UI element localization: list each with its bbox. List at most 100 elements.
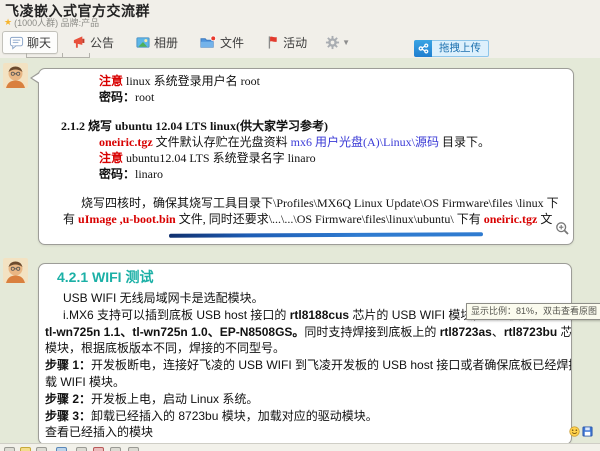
document-screenshot-2: 4.2.1 WIFI 测试 USB WIFI 无线局域网卡是选配模块。 i.MX6 … [41, 268, 569, 441]
shake-tool-icon-clipped[interactable] [36, 447, 47, 451]
doc-line: tl-wn725n 1.1、tl-wn725n 1.0、EP-N8508GS。同… [45, 324, 569, 341]
doc-text-segment: linaro [135, 167, 163, 181]
zoom-in-icon[interactable] [555, 221, 570, 236]
voice-tool-icon-clipped[interactable] [110, 447, 121, 451]
drag-upload-label: 拖拽上传 [432, 40, 489, 57]
star-icon: ★ [4, 18, 12, 27]
doc-line: 查看已经插入的模块 [45, 424, 569, 441]
doc-text-segment: 注意 [99, 74, 123, 88]
tab-album-label: 相册 [154, 34, 178, 51]
doc-line: 密码：root [99, 89, 571, 105]
save-image-icon[interactable] [582, 424, 593, 435]
doc-text-segment: 、 [492, 325, 504, 339]
doc-line: 2.1.2 烧写 ubuntu 12.04 LTS linux(供大家学习参考) [61, 118, 571, 134]
doc-line: 密码：linaro [99, 166, 571, 182]
doc-text-segment: 密码： [99, 90, 135, 104]
blue-underline-decoration [169, 232, 483, 238]
doc-text-segment: 目录下。 [439, 135, 490, 149]
doc-text-segment: 2.1.2 烧写 ubuntu 12.04 LTS linux(供大家学习参考) [61, 119, 328, 133]
tab-album[interactable]: 相册 [128, 31, 185, 54]
tab-files[interactable]: 文件 [192, 31, 251, 54]
doc-text-segment: USB WIFI 无线局域网卡是选配模块。 [63, 291, 264, 305]
doc-line: 步骤 3：卸载已经插入的 8723bu 模块，加载对应的驱动模块。 [45, 408, 569, 425]
tab-chat[interactable]: 聊天 [2, 31, 58, 54]
group-subtitle: ★ (1000人群) 品牌:产品 [4, 16, 99, 29]
doc-text-segment: 卸载已经插入的 8723bu 模块，加载对应的驱动模块。 [91, 409, 378, 423]
add-emoticon-icon[interactable] [569, 424, 580, 435]
tab-chat-label: 聊天 [27, 34, 51, 51]
doc-text-segment: 文 [537, 212, 552, 226]
doc-text-segment: 注意 [99, 151, 123, 165]
gear-icon [325, 35, 340, 50]
tab-announcement-label: 公告 [90, 34, 114, 51]
avatar[interactable] [3, 63, 28, 88]
video-tool-icon-clipped[interactable] [128, 447, 139, 451]
doc-line: 模块，根据底板版本不同，焊接的不同型号。 [45, 340, 569, 357]
emoticon-tool-icon-clipped[interactable] [20, 447, 31, 451]
doc-text-segment: 步骤 2： [45, 392, 91, 406]
tab-announcement[interactable]: 公告 [65, 31, 121, 54]
avatar[interactable] [3, 258, 28, 283]
doc-text-segment: 烧写四核时，确保其烧写工具目录下\Profiles\MX6Q Linux Upd… [81, 196, 559, 210]
doc-text-segment: oneiric.tgz [99, 135, 153, 149]
doc-text-segment: 有 [63, 212, 78, 226]
flag-icon [265, 35, 280, 50]
doc-text-segment: rtl8723as [440, 325, 492, 339]
doc-line: 4.2.1 WIFI 测试 [57, 268, 569, 287]
doc-line: oneiric.tgz 文件默认存贮在光盘资料 mx6 用户光盘(A)\Linu… [99, 134, 571, 150]
photo-album-icon [135, 35, 151, 50]
settings-button[interactable]: ▼ [321, 32, 354, 53]
doc-text-segment: 文件默认存贮在光盘资料 [153, 135, 291, 149]
tab-files-label: 文件 [220, 34, 244, 51]
doc-text-segment: 开发板上电，启动 Linux 系统。 [91, 392, 258, 406]
doc-line: 步骤 1：开发板断电，连接好飞凌的 USB WIFI 到飞凌开发板的 USB h… [45, 357, 569, 374]
doc-line: 注意 linux 系统登录用户名 root [99, 73, 571, 89]
folder-icon [199, 35, 217, 50]
doc-text-segment: 步骤 3： [45, 409, 91, 423]
doc-text-segment: 查看已经插入的模块 [45, 425, 153, 439]
doc-text-segment: ubuntu12.04 LTS 系统登录名字 linaro [123, 151, 316, 165]
doc-line: 烧写四核时，确保其烧写工具目录下\Profiles\MX6Q Linux Upd… [81, 195, 571, 211]
doc-text-segment: tl-wn725n 1.1、tl-wn725n 1.0、EP-N8508GS。 [45, 325, 304, 339]
doc-text-segment: rtl8723bu [504, 325, 557, 339]
group-toolbar: 聊天 公告 相册 文件 活动 ▼ [2, 30, 361, 54]
chat-bubble-icon [9, 35, 24, 50]
tab-activity-label: 活动 [283, 34, 307, 51]
doc-text-segment: 芯片的板载 WIFI [557, 325, 572, 339]
doc-text-segment: 密码： [99, 167, 135, 181]
tab-activity[interactable]: 活动 [258, 31, 314, 54]
doc-text-segment: 开发板断电，连接好飞凌的 USB WIFI 到飞凌开发板的 USB host 接… [91, 358, 572, 372]
bubble-tail [30, 72, 39, 84]
drag-upload-button[interactable]: 拖拽上传 [414, 40, 489, 57]
doc-text-segment: 4.2.1 WIFI 测试 [57, 269, 153, 285]
doc-line: 载 WIFI 模块。 [45, 374, 569, 391]
bubble-tail [38, 267, 39, 279]
message-image-2[interactable]: 4.2.1 WIFI 测试 USB WIFI 无线局域网卡是选配模块。 i.MX6 … [38, 263, 572, 445]
image-tools [569, 424, 593, 435]
group-subtitle-text: (1000人群) 品牌:产品 [14, 16, 99, 29]
doc-text-segment: 步骤 1： [45, 358, 91, 372]
font-tool-icon-clipped[interactable] [4, 447, 15, 451]
document-screenshot-1: 注意 linux 系统登录用户名 root密码：root2.1.2 烧写 ubu… [41, 73, 571, 227]
doc-text-segment: i.MX6 支持可以插到底板 USB host 接口的 [63, 308, 290, 322]
megaphone-icon [72, 35, 87, 50]
doc-text-segment: 文件, 同时还要求\...\...\OS Firmware\files\linu… [176, 212, 484, 226]
share-upload-icon [414, 40, 432, 57]
doc-text-segment: oneiric.tgz [484, 212, 538, 226]
chat-message-area: 注意 linux 系统登录用户名 root密码：root2.1.2 烧写 ubu… [0, 58, 600, 443]
doc-text-segment: rtl8188cus [290, 308, 349, 322]
doc-line: 注意 ubuntu12.04 LTS 系统登录名字 linaro [99, 150, 571, 166]
image-tool-icon-clipped[interactable] [56, 447, 67, 451]
group-header: 飞凌嵌入式官方交流群 ★ (1000人群) 品牌:产品 聊天 公告 相册 文件 … [0, 0, 600, 59]
chevron-down-icon: ▼ [342, 38, 350, 47]
zoom-ratio-tooltip: 显示比例：81%，双击查看原图 [466, 303, 600, 320]
doc-text-segment: root [135, 90, 154, 104]
screenshot-tool-icon-clipped[interactable] [76, 447, 87, 451]
doc-text-segment: mx6 用户光盘(A)\Linux\源码 [291, 135, 439, 149]
doc-line: 有 uImage ,u-boot.bin 文件, 同时还要求\...\...\O… [63, 211, 571, 227]
doc-text-segment: 载 WIFI 模块。 [45, 375, 125, 389]
message-image-1[interactable]: 注意 linux 系统登录用户名 root密码：root2.1.2 烧写 ubu… [38, 68, 574, 245]
doc-text-segment: 同时支持焊接到底板上的 [304, 325, 439, 339]
doc-line: 步骤 2：开发板上电，启动 Linux 系统。 [45, 391, 569, 408]
file-tool-icon-clipped[interactable] [93, 447, 104, 451]
